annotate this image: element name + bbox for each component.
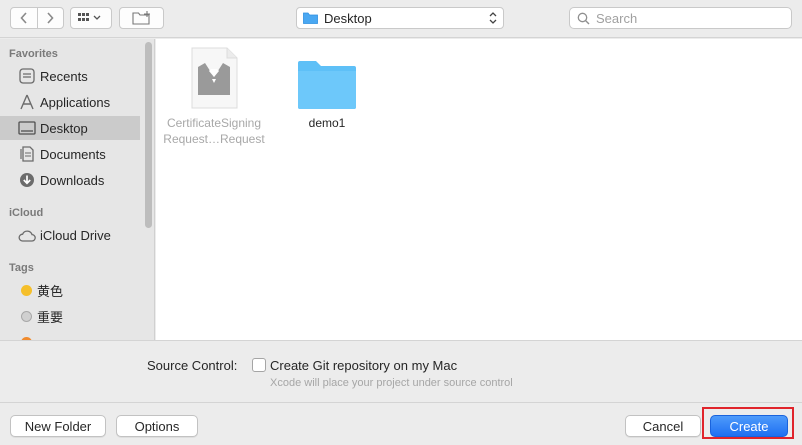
sidebar-item-documents[interactable]: Documents bbox=[0, 142, 140, 166]
up-down-chevron-icon bbox=[489, 12, 497, 24]
folder-name: demo1 bbox=[308, 116, 346, 130]
tag-color-dot bbox=[21, 310, 32, 322]
options-panel: Source Control: Create Git repository on… bbox=[0, 340, 802, 402]
sidebar-item-desktop[interactable]: Desktop bbox=[0, 116, 140, 140]
bottom-bar: New Folder Options Cancel Create bbox=[0, 402, 802, 445]
sidebar-item-icloud-drive[interactable]: iCloud Drive bbox=[0, 223, 140, 247]
certificate-request-file-icon bbox=[159, 47, 269, 111]
options-button[interactable]: Options bbox=[116, 415, 198, 437]
tags-heading: Tags bbox=[9, 262, 34, 274]
new-folder-toolbar-button[interactable] bbox=[119, 7, 164, 29]
location-label: Desktop bbox=[324, 10, 372, 26]
location-dropdown[interactable]: Desktop bbox=[296, 7, 504, 29]
cancel-button[interactable]: Cancel bbox=[625, 415, 701, 437]
new-folder-button[interactable]: New Folder bbox=[10, 415, 106, 437]
search-input[interactable] bbox=[596, 10, 776, 26]
sidebar-item-label: iCloud Drive bbox=[40, 227, 111, 243]
applications-icon bbox=[17, 93, 37, 111]
desktop-icon bbox=[17, 119, 37, 137]
sidebar-item-applications[interactable]: Applications bbox=[0, 90, 140, 114]
file-name-line2: Request…Request bbox=[163, 132, 265, 146]
folder-icon bbox=[303, 12, 318, 24]
file-browser: CertificateSigning Request…Request demo1 bbox=[156, 39, 802, 340]
sidebar-item-recents[interactable]: Recents bbox=[0, 64, 140, 88]
create-button[interactable]: Create bbox=[710, 415, 788, 437]
sidebar: Favorites Recents Applications Desktop D… bbox=[0, 39, 155, 340]
grid-view-icon bbox=[78, 13, 101, 21]
new-folder-icon bbox=[131, 11, 150, 25]
file-item[interactable]: CertificateSigning Request…Request bbox=[159, 47, 269, 147]
sidebar-scrollbar[interactable] bbox=[145, 42, 152, 228]
source-control-label: Source Control: bbox=[147, 358, 238, 373]
forward-button[interactable] bbox=[36, 8, 63, 28]
tag-color-dot bbox=[21, 284, 32, 296]
view-mode-button[interactable] bbox=[70, 7, 112, 29]
clock-icon bbox=[17, 67, 37, 85]
sidebar-tag-partial[interactable] bbox=[0, 330, 140, 340]
sidebar-item-label: Downloads bbox=[40, 172, 105, 188]
document-icon bbox=[17, 145, 37, 163]
icloud-heading: iCloud bbox=[9, 207, 44, 219]
sidebar-tag-important[interactable]: 重要 bbox=[0, 304, 140, 328]
favorites-heading: Favorites bbox=[9, 48, 58, 60]
git-repository-checkbox-label[interactable]: Create Git repository on my Mac bbox=[270, 358, 457, 373]
sidebar-item-label: Documents bbox=[40, 146, 106, 162]
chevron-left-icon bbox=[20, 12, 27, 24]
search-icon bbox=[577, 12, 590, 24]
sidebar-item-label: 重要 bbox=[37, 309, 64, 325]
folder-item[interactable]: demo1 bbox=[272, 47, 382, 131]
file-name-line1: CertificateSigning bbox=[166, 116, 262, 130]
sidebar-tag-yellow[interactable]: 黄色 bbox=[0, 278, 140, 302]
toolbar: Desktop bbox=[0, 0, 802, 38]
navigation-buttons bbox=[10, 7, 64, 29]
search-field[interactable] bbox=[569, 7, 792, 29]
sidebar-item-label: Recents bbox=[40, 68, 88, 84]
sidebar-item-label: 黄色 bbox=[37, 283, 64, 299]
cloud-icon bbox=[17, 226, 37, 244]
sidebar-item-label: Desktop bbox=[40, 120, 88, 136]
sidebar-item-label: Applications bbox=[40, 94, 111, 110]
source-control-hint: Xcode will place your project under sour… bbox=[270, 377, 513, 389]
chevron-right-icon bbox=[47, 12, 55, 24]
sidebar-item-downloads[interactable]: Downloads bbox=[0, 168, 140, 192]
download-icon bbox=[17, 171, 37, 189]
folder-icon bbox=[272, 47, 382, 111]
back-button[interactable] bbox=[11, 8, 37, 28]
git-repository-checkbox[interactable] bbox=[252, 358, 266, 372]
